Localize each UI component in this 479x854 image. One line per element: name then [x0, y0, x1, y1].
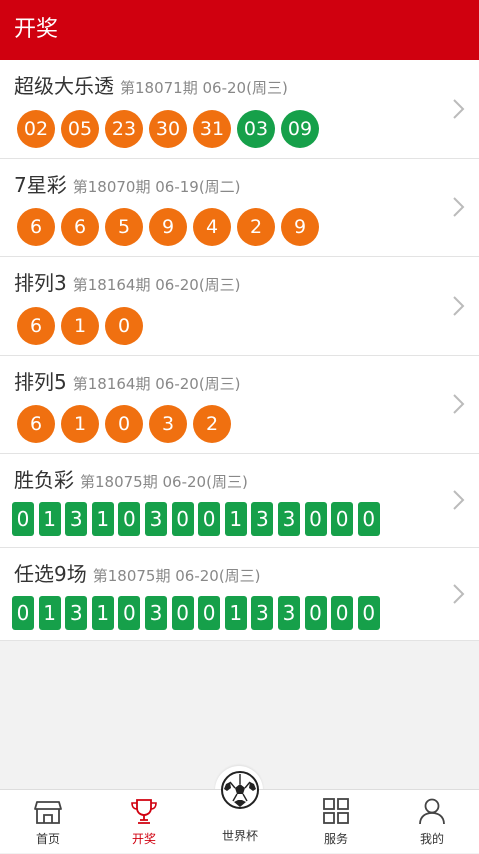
page-title: 开奖	[14, 17, 59, 42]
chevron-right-icon	[453, 394, 465, 414]
result-digit: 3	[251, 502, 274, 536]
number-ball: 0	[105, 307, 143, 345]
number-ball: 1	[61, 405, 99, 443]
number-ball: 03	[237, 110, 275, 148]
draw-name: 7星彩 第18070期 06-19(周二)	[14, 173, 241, 197]
tab-label: 世界杯	[221, 829, 258, 843]
draw-name: 排列5 第18164期 06-20(周三)	[14, 370, 241, 394]
result-digit: 0	[198, 596, 221, 630]
number-ball: 6	[17, 208, 55, 246]
draw-date: 06-20(周三)	[162, 473, 248, 491]
number-ball: 5	[105, 208, 143, 246]
draw-name: 胜负彩 第18075期 06-20(周三)	[14, 468, 248, 492]
tab-lottery-results[interactable]: 开奖	[96, 790, 192, 854]
result-digit: 0	[304, 596, 327, 630]
number-ball: 02	[17, 110, 55, 148]
result-digit: 1	[38, 502, 61, 536]
soccer-ball-icon	[221, 771, 259, 809]
grid-icon	[323, 798, 349, 824]
store-icon	[34, 801, 62, 824]
draw-name: 超级大乐透 第18071期 06-20(周三)	[14, 74, 288, 98]
chevron-right-icon	[453, 490, 465, 510]
draw-row-dlt[interactable]: 超级大乐透 第18071期 06-20(周三) 02 05 23 30 31 03…	[0, 60, 479, 159]
tab-label: 我的	[419, 832, 444, 846]
trophy-icon	[131, 799, 157, 824]
draw-row-rx9[interactable]: 任选9场 第18075期 06-20(周三) 0 1 3 1 0 3 0 0 1 …	[0, 548, 479, 641]
result-digit: 3	[251, 596, 274, 630]
number-ball: 1	[61, 307, 99, 345]
draw-issue: 第18075期	[92, 567, 171, 585]
draw-row-pl3[interactable]: 排列3 第18164期 06-20(周三) 6 1 0	[0, 257, 479, 356]
result-digit: 3	[144, 502, 167, 536]
number-ball: 31	[193, 110, 231, 148]
result-digit: 1	[224, 596, 247, 630]
tab-profile[interactable]: 我的	[384, 790, 479, 854]
tab-home[interactable]: 首页	[0, 790, 96, 854]
draw-issue: 第18071期	[120, 79, 198, 97]
result-digit: 0	[331, 596, 354, 630]
number-ball: 6	[17, 307, 55, 345]
result-digit: 1	[224, 502, 247, 536]
number-ball: 9	[149, 208, 187, 246]
result-digit: 0	[12, 596, 34, 630]
result-digit: 3	[65, 596, 88, 630]
number-ball: 3	[149, 405, 187, 443]
draw-date: 06-19(周二)	[155, 178, 241, 196]
draw-row-7xc[interactable]: 7星彩 第18070期 06-19(周二) 6 6 5 9 4 2 9	[0, 159, 479, 257]
result-digit: 3	[65, 502, 88, 536]
draw-date: 06-20(周三)	[175, 567, 261, 585]
draw-name: 任选9场 第18075期 06-20(周三)	[14, 562, 261, 586]
number-ball: 6	[61, 208, 99, 246]
result-digit: 0	[12, 502, 34, 536]
result-digit: 0	[171, 596, 194, 630]
result-digit: 0	[118, 502, 141, 536]
number-ball: 05	[61, 110, 99, 148]
result-digit: 3	[277, 502, 300, 536]
draw-issue: 第18070期	[72, 178, 151, 196]
draw-date: 06-20(周三)	[202, 79, 288, 97]
draw-issue: 第18075期	[80, 473, 158, 491]
result-digit: 3	[144, 596, 167, 630]
result-digit: 3	[277, 596, 300, 630]
app-header: 开奖	[0, 0, 479, 60]
user-icon	[419, 798, 445, 825]
number-ball: 2	[237, 208, 275, 246]
draw-row-sfc[interactable]: 胜负彩 第18075期 06-20(周三) 0 1 3 1 0 3 0 0 1 3…	[0, 454, 479, 548]
result-digit: 0	[304, 502, 327, 536]
tab-label: 服务	[323, 832, 348, 846]
number-ball: 2	[193, 405, 231, 443]
number-ball: 6	[17, 405, 55, 443]
result-digit: 1	[38, 596, 61, 630]
chevron-right-icon	[453, 99, 465, 119]
result-digit: 1	[91, 502, 114, 536]
number-ball: 09	[281, 110, 319, 148]
draw-date: 06-20(周三)	[155, 276, 241, 294]
result-digit: 0	[171, 502, 194, 536]
tab-label: 首页	[35, 832, 60, 846]
chevron-right-icon	[453, 584, 465, 604]
draw-list: 超级大乐透 第18071期 06-20(周三) 02 05 23 30 31 03…	[0, 60, 479, 641]
bottom-tab-bar: 首页 开奖 世界杯 服务 我的	[0, 771, 479, 854]
chevron-right-icon	[453, 197, 465, 217]
tab-world-cup[interactable]: 世界杯	[192, 771, 288, 854]
result-digit: 0	[118, 596, 141, 630]
draw-date: 06-20(周三)	[155, 375, 241, 393]
result-digit: 0	[331, 502, 354, 536]
draw-name: 排列3 第18164期 06-20(周三)	[14, 271, 241, 295]
chevron-right-icon	[453, 296, 465, 316]
draw-issue: 第18164期	[72, 375, 151, 393]
draw-issue: 第18164期	[72, 276, 151, 294]
result-digit: 1	[91, 596, 114, 630]
number-ball: 30	[149, 110, 187, 148]
result-digit: 0	[357, 596, 380, 630]
number-ball: 9	[281, 208, 319, 246]
number-ball: 0	[105, 405, 143, 443]
number-ball: 4	[193, 208, 231, 246]
number-ball: 23	[105, 110, 143, 148]
result-digit: 0	[198, 502, 221, 536]
tab-label: 开奖	[131, 832, 156, 846]
result-digit: 0	[357, 502, 380, 536]
draw-row-pl5[interactable]: 排列5 第18164期 06-20(周三) 6 1 0 3 2	[0, 356, 479, 454]
tab-services[interactable]: 服务	[288, 790, 384, 854]
